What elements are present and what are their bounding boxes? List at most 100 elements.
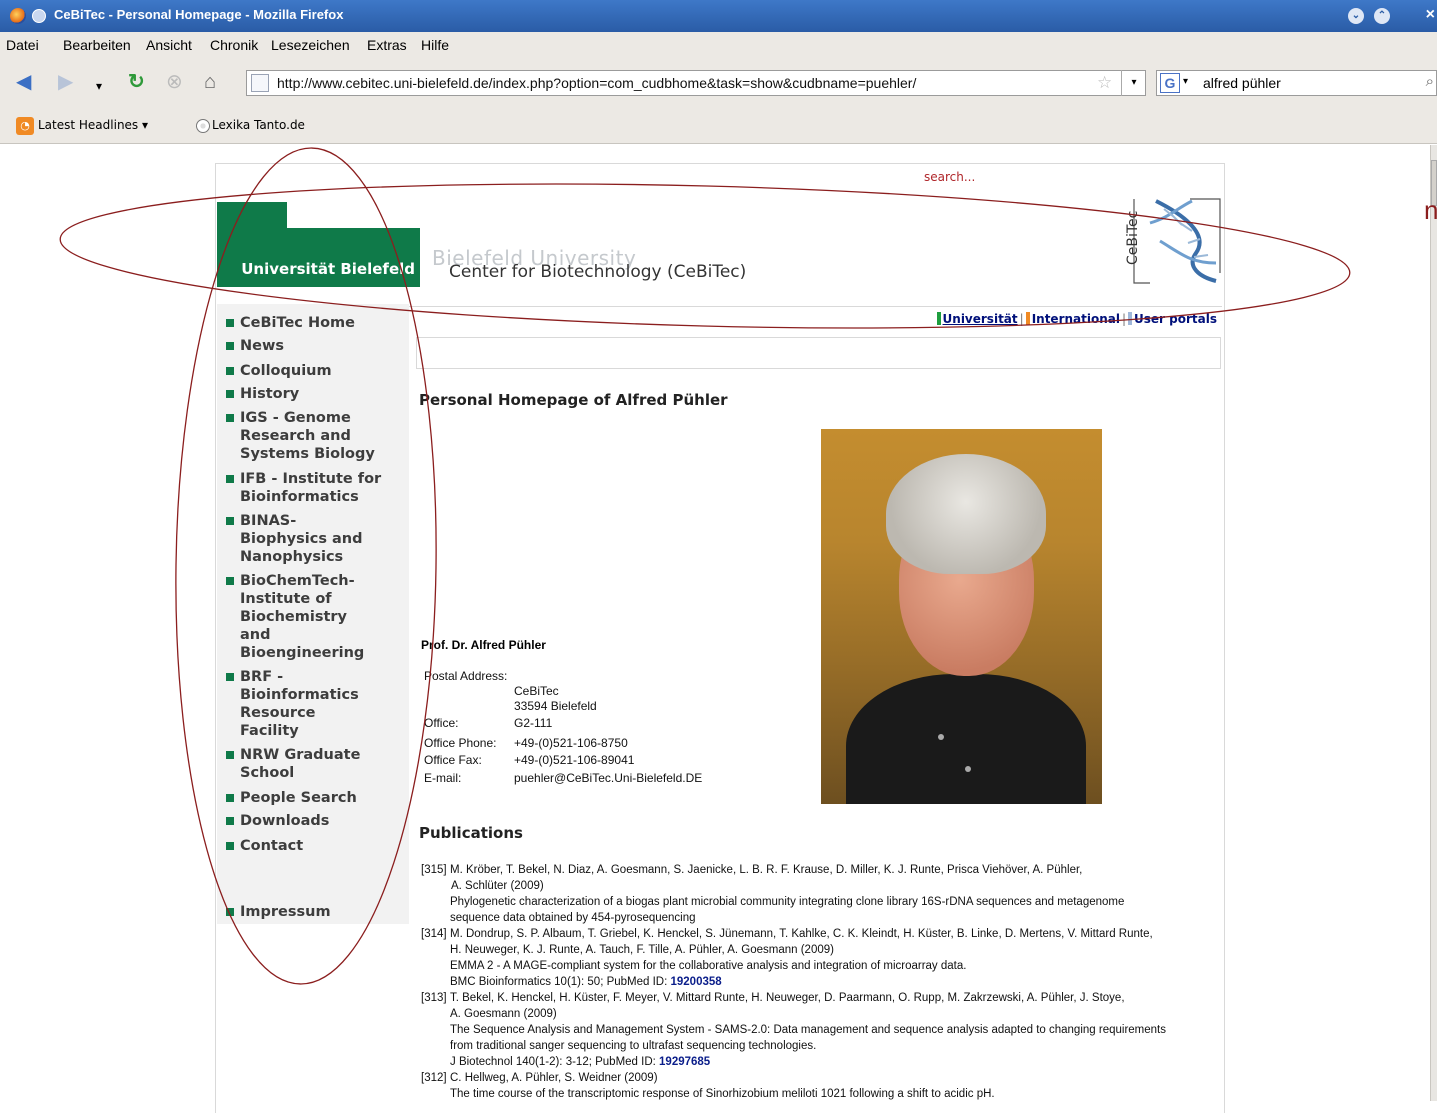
magnifier-icon[interactable]: ⌕	[1426, 73, 1434, 90]
fax-value: +49-(0)521-106-89041	[514, 753, 635, 767]
publication-authors: M. Kröber, T. Bekel, N. Diaz, A. Goesman…	[450, 864, 1083, 876]
bookmark-latest-headlines[interactable]: Latest Headlines ▾	[38, 118, 148, 132]
publication-authors-cont: H. Neuweger, K. J. Runte, A. Tauch, F. T…	[450, 944, 834, 956]
link-user-portals[interactable]: User portals	[1134, 312, 1217, 326]
publication-number: [313]	[421, 992, 447, 1004]
menu-datei[interactable]: Datei	[6, 37, 39, 53]
google-engine-icon[interactable]: G	[1160, 73, 1180, 93]
universitat-marker	[936, 312, 941, 325]
search-bar[interactable]: G ▾ alfred pühler ⌕	[1156, 70, 1437, 96]
site-search-link[interactable]: search...	[924, 170, 975, 184]
publication-authors: C. Hellweg, A. Pühler, S. Weidner (2009)	[450, 1072, 658, 1084]
sidebar-item-people-search[interactable]: People Search	[224, 789, 394, 807]
sidebar-item-downloads[interactable]: Downloads	[224, 812, 394, 830]
publication-title: EMMA 2 - A MAGE-compliant system for the…	[450, 960, 967, 972]
publication-title: The Sequence Analysis and Management Sys…	[450, 1024, 1166, 1036]
publication-title: Phylogenetic characterization of a bioga…	[450, 896, 1125, 908]
bookmark-star-icon[interactable]: ☆	[1097, 73, 1112, 93]
url-text[interactable]: http://www.cebitec.uni-bielefeld.de/inde…	[277, 75, 916, 91]
menu-ansicht[interactable]: Ansicht	[146, 37, 192, 53]
publication-item: [315] M. Kröber, T. Bekel, N. Diaz, A. G…	[421, 862, 1221, 926]
uni-logo-text: Universität Bielefeld	[241, 260, 415, 278]
publication-authors: M. Dondrup, S. P. Albaum, T. Griebel, K.…	[450, 928, 1153, 940]
sidebar-item-binas[interactable]: BINAS-Biophysics and Nanophysics	[224, 512, 374, 566]
url-bar[interactable]: http://www.cebitec.uni-bielefeld.de/inde…	[246, 70, 1146, 96]
bullet-icon	[226, 794, 234, 802]
bullet-icon	[226, 817, 234, 825]
menu-extras[interactable]: Extras	[367, 37, 407, 53]
pubmed-link[interactable]: 19200358	[671, 976, 722, 988]
sidebar-item-ifb[interactable]: IFB - Institute for Bioinformatics	[224, 470, 394, 506]
link-universitat[interactable]: Universität	[943, 312, 1018, 326]
bullet-icon	[226, 390, 234, 398]
bullet-icon	[226, 673, 234, 681]
publication-item: [312] C. Hellweg, A. Pühler, S. Weidner …	[421, 1070, 1221, 1102]
bullet-icon	[226, 517, 234, 525]
journal-text: BMC Bioinformatics 10(1): 50; PubMed ID:	[450, 976, 671, 988]
url-dropdown-icon[interactable]: ▾	[1121, 70, 1146, 96]
postal-label: Postal Address:	[424, 669, 508, 683]
vertical-scrollbar[interactable]	[1430, 145, 1437, 1101]
sidebar-item-history[interactable]: History	[224, 385, 394, 403]
link-international[interactable]: International	[1032, 312, 1120, 326]
menu-chronik[interactable]: Chronik	[210, 37, 258, 53]
uni-logo[interactable]: Universität Bielefeld	[217, 228, 420, 287]
page-heading: Personal Homepage of Alfred Pühler	[419, 391, 728, 409]
publication-journal: J Biotechnol 140(1-2): 3-12; PubMed ID: …	[450, 1054, 1221, 1070]
postal-line1: CeBiTec	[514, 684, 559, 698]
maximize-button[interactable]: ⌃	[1374, 8, 1390, 24]
menu-bar: Datei Bearbeiten Ansicht Chronik Lesezei…	[0, 32, 1437, 60]
window-menu-icon[interactable]	[32, 9, 46, 23]
bullet-icon	[226, 842, 234, 850]
sidebar-item-news[interactable]: News	[224, 337, 394, 355]
phone-value: +49-(0)521-106-8750	[514, 736, 628, 750]
sidebar-item-colloquium[interactable]: Colloquium	[224, 362, 394, 380]
fax-label: Office Fax:	[424, 753, 482, 767]
sidebar-item-contact[interactable]: Contact	[224, 837, 394, 855]
publication-item: [314] M. Dondrup, S. P. Albaum, T. Grieb…	[421, 926, 1221, 990]
breadcrumb-box	[416, 337, 1221, 369]
office-label: Office:	[424, 716, 459, 730]
sidebar-item-cebitec-home[interactable]: CeBiTec Home	[224, 314, 394, 332]
publication-title-cont: sequence data obtained by 454-pyrosequen…	[450, 912, 696, 924]
postal-line2: 33594 Bielefeld	[514, 699, 597, 713]
journal-text: J Biotechnol 140(1-2): 3-12; PubMed ID:	[450, 1056, 660, 1068]
stop-icon[interactable]: ⊗	[166, 71, 183, 93]
email-link[interactable]: puehler@CeBiTec.Uni-Bielefeld.DE	[514, 771, 702, 785]
engine-dropdown-icon[interactable]: ▾	[1183, 76, 1188, 87]
publication-authors-cont: A. Goesmann (2009)	[450, 1008, 557, 1020]
menu-lesezeichen[interactable]: Lesezeichen	[271, 37, 350, 53]
bullet-icon	[226, 367, 234, 375]
office-value: G2-111	[514, 716, 553, 730]
sidebar-item-igs[interactable]: IGS - Genome Research and Systems Biolog…	[224, 409, 384, 463]
history-dropdown-icon[interactable]: ▾	[96, 75, 102, 97]
minimize-button[interactable]: ⌄	[1348, 8, 1364, 24]
close-window-button[interactable]: ×	[1426, 6, 1435, 24]
pubmed-link[interactable]: 19297685	[659, 1056, 710, 1068]
bookmark-lexika[interactable]: Lexika Tanto.de	[212, 118, 305, 132]
reload-icon[interactable]: ↻	[128, 71, 145, 93]
sidebar-item-nrw-graduate-school[interactable]: NRW Graduate School	[224, 746, 384, 782]
cebitec-logo[interactable]: CeBiTec	[1120, 193, 1224, 289]
bullet-icon	[226, 577, 234, 585]
home-icon[interactable]: ⌂	[204, 71, 216, 93]
logo-block	[217, 202, 287, 228]
forward-icon[interactable]: ▶	[58, 71, 73, 93]
phone-label: Office Phone:	[424, 736, 497, 750]
international-marker	[1025, 312, 1030, 325]
menu-bearbeiten[interactable]: Bearbeiten	[63, 37, 131, 53]
menu-hilfe[interactable]: Hilfe	[421, 37, 449, 53]
rss-icon: ◔	[16, 117, 34, 135]
sidebar-item-biochemtech[interactable]: BioChemTech-Institute of Biochemistry an…	[224, 572, 374, 662]
bullet-icon	[226, 751, 234, 759]
search-input[interactable]: alfred pühler	[1203, 75, 1281, 91]
back-icon[interactable]: ◀	[16, 71, 31, 93]
sidebar-item-impressum[interactable]: Impressum	[224, 903, 394, 921]
publication-title-cont: from traditional sanger sequencing to ul…	[450, 1040, 817, 1052]
profile-photo	[821, 429, 1102, 804]
publication-title: The time course of the transcriptomic re…	[450, 1088, 995, 1100]
publication-number: [314]	[421, 928, 447, 940]
sidebar-item-brf[interactable]: BRF - Bioinformatics Resource Facility	[224, 668, 369, 740]
publication-authors-cont: A. Schlüter (2009)	[451, 880, 544, 892]
bullet-icon	[226, 319, 234, 327]
